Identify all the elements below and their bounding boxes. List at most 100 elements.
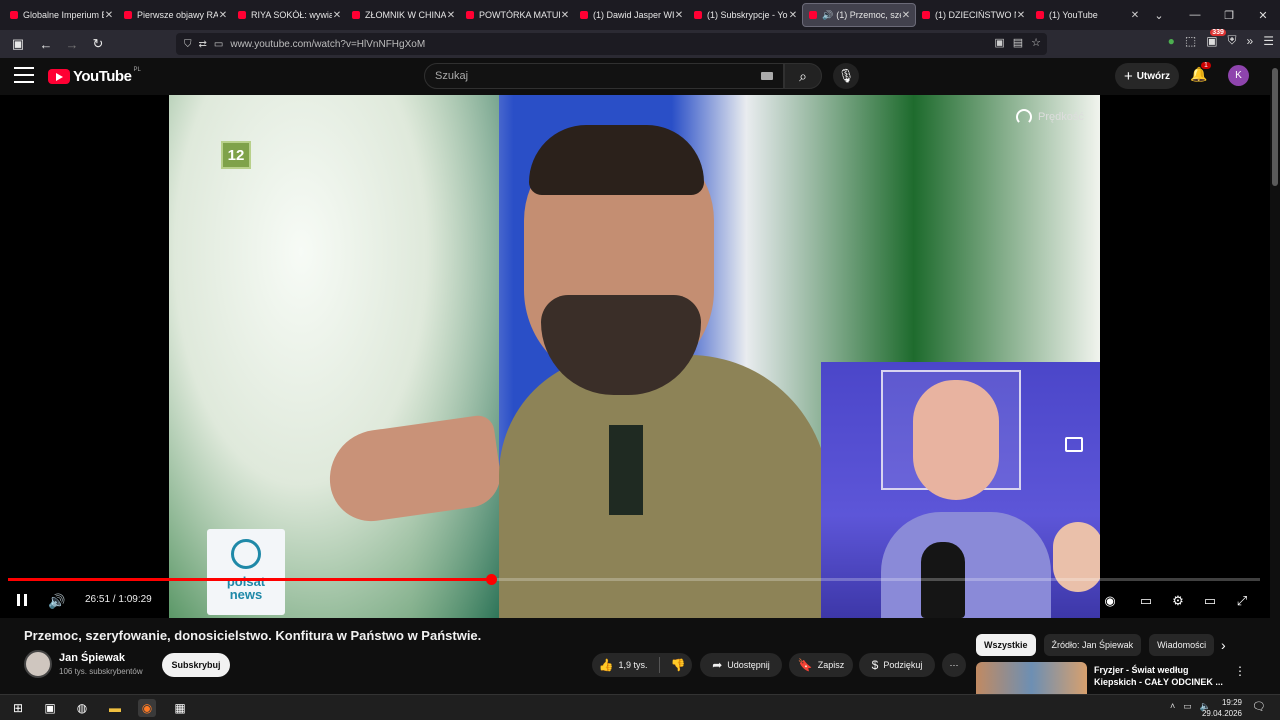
chip-source[interactable]: Źródło: Jan Śpiewak xyxy=(1043,634,1142,656)
tab-close-icon[interactable]: ✕ xyxy=(788,10,798,21)
dislike-icon[interactable]: 👎 xyxy=(671,658,686,672)
forward-icon[interactable]: → xyxy=(60,32,84,56)
minimize-icon[interactable]: — xyxy=(1178,0,1212,30)
close-window-icon[interactable]: ✕ xyxy=(1246,0,1280,30)
settings-button[interactable]: ⚙ xyxy=(1168,590,1188,612)
network-icon[interactable]: ▭ xyxy=(1183,701,1192,712)
subscribe-button[interactable]: Subskrybuj xyxy=(162,653,230,677)
reader-view-icon[interactable]: ▤ xyxy=(1013,36,1023,49)
account-avatar[interactable]: K xyxy=(1228,65,1249,86)
like-icon[interactable]: 👍 xyxy=(599,658,614,672)
back-icon[interactable]: ← xyxy=(34,32,58,56)
app-menu-icon[interactable]: ☰ xyxy=(1263,34,1274,48)
clock-date: 29.04.2026 xyxy=(1201,709,1242,718)
ublock-icon[interactable]: ⛨ xyxy=(1228,33,1237,48)
browser-tab[interactable]: (1) Subskrypcje - You ✕ xyxy=(688,0,802,30)
captions-icon: ▭ xyxy=(1139,593,1153,608)
kebab-menu-icon[interactable]: ⋮ xyxy=(1234,664,1246,678)
tab-list-chevron-icon[interactable]: ⌄ xyxy=(1144,9,1174,22)
reload-icon[interactable]: ↻ xyxy=(86,32,110,56)
host-head xyxy=(913,380,999,500)
youtube-logo[interactable]: YouTube PL xyxy=(48,67,141,85)
search-input[interactable]: Szukaj xyxy=(424,63,784,89)
youtube-favicon-icon xyxy=(580,11,588,19)
browser-tab[interactable]: Globalne Imperium E ✕ xyxy=(4,0,118,30)
search-button[interactable]: ⌕ xyxy=(784,63,822,89)
subtitles-button[interactable]: ▭ xyxy=(1136,590,1156,612)
like-count[interactable]: 1,9 tys. xyxy=(618,660,647,670)
channel-name[interactable]: Jan Śpiewak xyxy=(59,652,125,664)
progress-bar[interactable] xyxy=(8,574,1260,585)
chip-all[interactable]: Wszystkie xyxy=(976,634,1036,656)
video-frame[interactable]: 12 polsat news Prędkość xyxy=(169,95,1100,618)
vpn-icon[interactable]: ● xyxy=(1168,34,1175,48)
windows-start-icon[interactable]: ⊞ xyxy=(9,699,27,717)
create-button[interactable]: + Utwórz xyxy=(1115,63,1179,89)
calculator-icon[interactable]: ▦ xyxy=(171,699,189,717)
thanks-button[interactable]: $ Podziękuj xyxy=(859,653,935,677)
notification-center-icon[interactable]: 🗨 xyxy=(1252,700,1266,713)
browser-tab[interactable]: (1) YouTube ✕ xyxy=(1030,0,1144,30)
address-bar[interactable]: ⛉ ⇄ ▭ www.youtube.com/watch?v=HlVnNFHgXo… xyxy=(176,33,1047,55)
file-explorer-icon[interactable]: ▬ xyxy=(106,699,124,717)
tab-close-icon[interactable]: ✕ xyxy=(1130,10,1140,21)
fullscreen-button[interactable]: ⤢ xyxy=(1232,590,1252,612)
browser-tab[interactable]: Pierwsze objawy RAK ✕ xyxy=(118,0,232,30)
extension-badge-icon[interactable]: ▣ 339 xyxy=(1206,28,1226,48)
pause-button[interactable] xyxy=(12,590,32,612)
url-text[interactable]: www.youtube.com/watch?v=HlVnNFHgXoM xyxy=(230,39,425,50)
scrollbar-thumb[interactable] xyxy=(1272,68,1278,186)
extensions-icon[interactable]: ⬚ xyxy=(1185,34,1196,48)
tab-title: Pierwsze objawy RAK xyxy=(137,10,218,20)
autoplay-toggle[interactable]: ◉ xyxy=(1100,590,1120,612)
firefox-icon[interactable]: ◉ xyxy=(138,699,156,717)
tab-close-icon[interactable]: ✕ xyxy=(104,10,114,21)
browser-tab[interactable]: ZŁOMNIK W CHINAC ✕ xyxy=(346,0,460,30)
steam-icon[interactable]: ◍ xyxy=(73,699,91,717)
tab-close-icon[interactable]: ✕ xyxy=(446,10,456,21)
browser-tab[interactable]: POWTÓRKA MATURA✕ xyxy=(460,0,574,30)
more-actions-button[interactable]: ⋯ xyxy=(942,653,966,677)
guide-menu-icon[interactable] xyxy=(14,67,34,83)
keyboard-icon[interactable] xyxy=(761,72,773,80)
miniplayer-icon[interactable] xyxy=(1065,437,1083,452)
media-icon[interactable]: ▣ xyxy=(994,36,1004,49)
autoplay-icon: ◉ xyxy=(1104,593,1116,608)
browser-tab[interactable]: (1) DZIECIŃSTWO NA✕ xyxy=(916,0,1030,30)
subscriber-count: 106 tys. subskrybentów xyxy=(59,667,143,676)
theater-mode-button[interactable]: ▭ xyxy=(1200,590,1220,612)
chevron-right-icon[interactable]: › xyxy=(1221,637,1226,653)
sidebar-toggle-icon[interactable]: ▣ xyxy=(6,32,30,56)
chip-news[interactable]: Wiadomości xyxy=(1149,634,1215,656)
browser-tab[interactable]: (1) Dawid Jasper WIZ ✕ xyxy=(574,0,688,30)
overflow-chevron-icon[interactable]: » xyxy=(1247,34,1254,48)
recommended-title[interactable]: Fryzjer - Świat według Kiepskich - CAŁY … xyxy=(1094,664,1239,688)
share-button[interactable]: ➦ Udostępnij xyxy=(700,653,782,677)
tab-close-icon[interactable]: ✕ xyxy=(674,10,684,21)
app-icon-1[interactable]: ▣ xyxy=(41,699,59,717)
shield-icon[interactable]: ⛉ xyxy=(184,39,192,50)
video-player[interactable]: 12 polsat news Prędkość 🔊 26:51 / 1:09:2… xyxy=(0,95,1270,618)
save-button[interactable]: 🔖 Zapisz xyxy=(789,653,853,677)
tab-close-icon[interactable]: ✕ xyxy=(332,10,342,21)
tab-close-icon[interactable]: ✕ xyxy=(901,10,911,21)
recommended-video[interactable]: Fryzjer - Świat według Kiepskich - CAŁY … xyxy=(976,662,1266,694)
tab-audio-icon[interactable]: 🔊 xyxy=(822,10,833,21)
permissions-icon[interactable]: ⇄ xyxy=(199,39,207,50)
mute-button[interactable]: 🔊 xyxy=(46,590,68,612)
bookmark-star-icon[interactable]: ☆ xyxy=(1031,36,1041,49)
browser-tab[interactable]: RIYA SOKÓŁ: wywiad ✕ xyxy=(232,0,346,30)
recommended-thumbnail[interactable] xyxy=(976,662,1087,694)
more-icon: ⋯ xyxy=(949,659,959,670)
voice-search-button[interactable]: 🎙 xyxy=(833,63,859,89)
tab-close-icon[interactable]: ✕ xyxy=(560,10,570,21)
tab-close-icon[interactable]: ✕ xyxy=(1016,10,1026,21)
channel-avatar[interactable] xyxy=(24,650,52,678)
page-scrollbar[interactable] xyxy=(1270,58,1280,692)
browser-tab[interactable]: 🔊 (1) Przemoc, szer ✕ xyxy=(802,3,916,27)
tab-close-icon[interactable]: ✕ xyxy=(218,10,228,21)
tray-chevron-icon[interactable]: ˄ xyxy=(1170,701,1175,712)
restore-icon[interactable]: ❐ xyxy=(1212,0,1246,30)
taskbar-clock[interactable]: 19:29 29.04.2026 xyxy=(1200,697,1242,719)
notifications-button[interactable]: 🔔 1 xyxy=(1190,62,1211,83)
